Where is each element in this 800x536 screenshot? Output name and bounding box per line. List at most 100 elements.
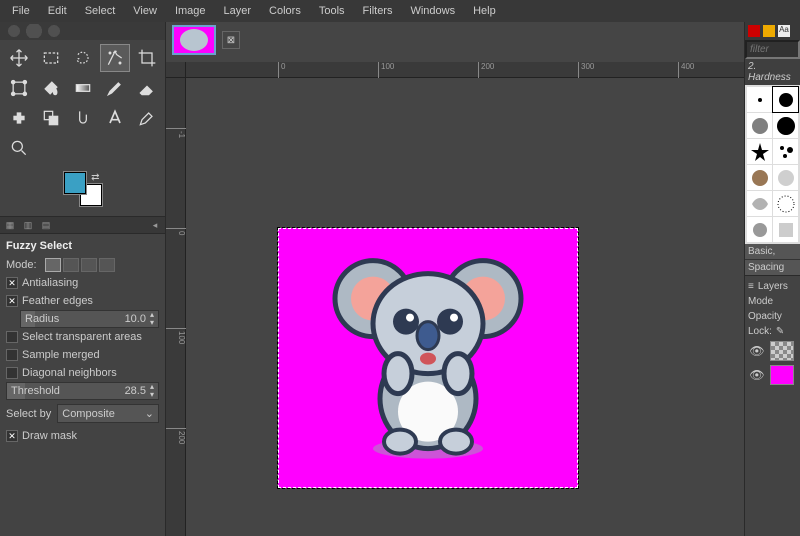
color-swatch-area: ⇄ xyxy=(0,166,165,216)
mode-replace-icon[interactable] xyxy=(45,258,61,272)
brush-item[interactable] xyxy=(773,113,798,138)
close-tab-button[interactable]: ⊠ xyxy=(222,31,240,49)
tab-icon[interactable]: ▥ xyxy=(22,219,34,231)
tab-icon[interactable]: ▦ xyxy=(4,219,16,231)
select-by-dropdown[interactable]: Composite ⌄ xyxy=(57,404,159,423)
canvas-image[interactable] xyxy=(278,228,578,488)
menu-select[interactable]: Select xyxy=(77,2,124,20)
layer-row[interactable]: 👁 xyxy=(748,363,797,387)
crop-tool[interactable] xyxy=(132,44,162,72)
brush-item[interactable] xyxy=(747,191,772,216)
brush-item[interactable] xyxy=(747,87,772,112)
select-by-value: Composite xyxy=(62,408,115,420)
layer-thumbnail[interactable] xyxy=(770,341,794,361)
sample-merged-checkbox[interactable]: ✕ xyxy=(6,349,18,361)
brush-item[interactable] xyxy=(773,139,798,164)
brush-item[interactable] xyxy=(747,139,772,164)
zoom-tool[interactable] xyxy=(4,134,34,162)
radius-slider[interactable]: Radius 10.0 ▴▾ xyxy=(20,310,159,328)
sample-merged-row[interactable]: ✕ Sample merged xyxy=(6,346,159,364)
menu-layer[interactable]: Layer xyxy=(216,2,260,20)
ruler-tick: 200 xyxy=(166,428,186,444)
horizontal-ruler[interactable]: 0 100 200 300 400 xyxy=(186,62,744,78)
text-tool[interactable] xyxy=(100,104,130,132)
menu-view[interactable]: View xyxy=(125,2,165,20)
menu-edit[interactable]: Edit xyxy=(40,2,75,20)
fg-color-swatch[interactable] xyxy=(64,172,86,194)
smudge-tool[interactable] xyxy=(68,104,98,132)
select-transparent-row[interactable]: ✕ Select transparent areas xyxy=(6,328,159,346)
visibility-eye-icon[interactable]: 👁 xyxy=(748,366,766,384)
fuzzy-select-tool[interactable] xyxy=(100,44,130,72)
feather-checkbox[interactable]: ✕ xyxy=(6,295,18,307)
menu-windows[interactable]: Windows xyxy=(402,2,463,20)
brush-grid[interactable] xyxy=(745,85,800,244)
canvas-viewport[interactable] xyxy=(186,78,744,536)
menu-file[interactable]: File xyxy=(4,2,38,20)
paintbrush-tool[interactable] xyxy=(100,74,130,102)
tool-options-panel: Fuzzy Select Mode: ✕ Antialiasing ✕ Feat… xyxy=(0,234,165,536)
brush-item[interactable] xyxy=(773,191,798,216)
diagonal-neighbors-label: Diagonal neighbors xyxy=(22,367,117,379)
menu-arrow-icon[interactable]: ◂ xyxy=(149,219,161,231)
diagonal-neighbors-checkbox[interactable]: ✕ xyxy=(6,367,18,379)
move-tool[interactable] xyxy=(4,44,34,72)
menu-filters[interactable]: Filters xyxy=(355,2,401,20)
brush-item[interactable] xyxy=(747,113,772,138)
bucket-fill-tool[interactable] xyxy=(36,74,66,102)
tab-icon[interactable]: ▤ xyxy=(40,219,52,231)
brush-item[interactable] xyxy=(747,165,772,190)
brush-item[interactable] xyxy=(747,217,772,242)
heal-tool[interactable] xyxy=(4,104,34,132)
mode-subtract-icon[interactable] xyxy=(81,258,97,272)
brush-item[interactable] xyxy=(773,217,798,242)
layer-mode-row[interactable]: Mode xyxy=(748,294,797,309)
threshold-spinner[interactable]: ▴▾ xyxy=(150,383,154,399)
image-tab[interactable] xyxy=(172,25,216,55)
left-panel: ⇄ ▦ ▥ ▤ ◂ Fuzzy Select Mode: ✕ A xyxy=(0,22,166,536)
eraser-tool[interactable] xyxy=(132,74,162,102)
clone-tool[interactable] xyxy=(36,104,66,132)
ruler-corner xyxy=(166,62,186,78)
menu-colors[interactable]: Colors xyxy=(261,2,309,20)
layer-opacity-row[interactable]: Opacity xyxy=(748,309,797,324)
menu-image[interactable]: Image xyxy=(167,2,214,20)
layer-lock-row[interactable]: Lock: ✎ xyxy=(748,324,797,339)
mode-intersect-icon[interactable] xyxy=(99,258,115,272)
threshold-slider[interactable]: Threshold 28.5 ▴▾ xyxy=(6,382,159,400)
right-panel-header: Aa xyxy=(745,22,800,40)
brush-item[interactable] xyxy=(773,165,798,190)
draw-mask-checkbox[interactable]: ✕ xyxy=(6,430,18,442)
ruler-tick: 400 xyxy=(678,62,694,78)
feather-row[interactable]: ✕ Feather edges xyxy=(6,292,159,310)
rect-select-tool[interactable] xyxy=(36,44,66,72)
brush-lock-icon[interactable]: ✎ xyxy=(776,326,784,337)
right-panel: Aa 2. Hardness Basic, Spacing ≡Layers Mo… xyxy=(744,22,800,536)
transform-tool[interactable] xyxy=(4,74,34,102)
free-select-tool[interactable] xyxy=(68,44,98,72)
select-transparent-label: Select transparent areas xyxy=(22,331,142,343)
antialiasing-label: Antialiasing xyxy=(22,277,78,289)
draw-mask-row[interactable]: ✕ Draw mask xyxy=(6,427,159,445)
antialiasing-checkbox[interactable]: ✕ xyxy=(6,277,18,289)
mode-add-icon[interactable] xyxy=(63,258,79,272)
layers-title: Layers xyxy=(758,281,788,292)
brush-item[interactable] xyxy=(773,87,798,112)
menu-help[interactable]: Help xyxy=(465,2,504,20)
toolbox xyxy=(0,40,165,166)
color-picker-tool[interactable] xyxy=(132,104,162,132)
layer-thumbnail[interactable] xyxy=(770,365,794,385)
mode-label: Mode: xyxy=(6,259,37,271)
brush-filter-input[interactable] xyxy=(745,40,800,59)
gradient-tool[interactable] xyxy=(68,74,98,102)
spacing-label[interactable]: Spacing xyxy=(745,259,800,275)
radius-spinner[interactable]: ▴▾ xyxy=(150,311,154,327)
select-transparent-checkbox[interactable]: ✕ xyxy=(6,331,18,343)
layer-row[interactable]: 👁 xyxy=(748,339,797,363)
menu-tools[interactable]: Tools xyxy=(311,2,353,20)
antialiasing-row[interactable]: ✕ Antialiasing xyxy=(6,274,159,292)
diagonal-neighbors-row[interactable]: ✕ Diagonal neighbors xyxy=(6,364,159,382)
visibility-eye-icon[interactable]: 👁 xyxy=(748,342,766,360)
vertical-ruler[interactable]: -1 0 100 200 xyxy=(166,78,186,536)
swap-colors-icon[interactable]: ⇄ xyxy=(91,172,99,183)
